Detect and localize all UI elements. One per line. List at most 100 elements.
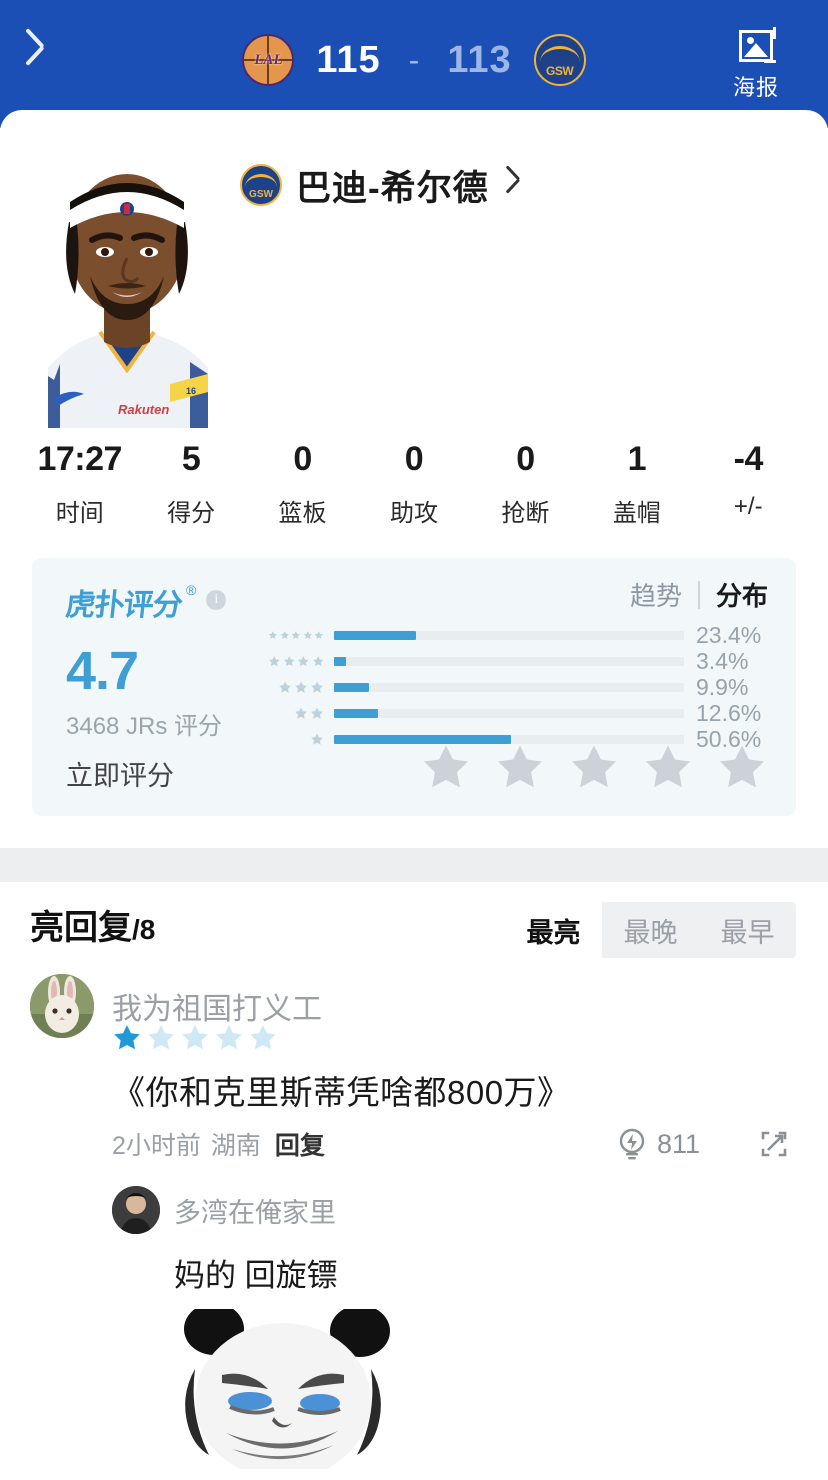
rabbit-avatar[interactable] — [30, 974, 94, 1038]
rate-star-3[interactable] — [568, 740, 620, 797]
comment-meta: 2小时前 湖南 回复 811 — [112, 1126, 812, 1162]
away-team-logo[interactable]: GSW — [533, 34, 586, 86]
comment-sort-tabs: 最亮 最晚 最早 — [505, 902, 796, 958]
distribution-bar — [334, 656, 346, 666]
app-header: LAL 115 - 113 GSW 海报 — [0, 0, 828, 128]
lightbulb-icon — [619, 1128, 645, 1160]
share-icon[interactable] — [758, 1128, 790, 1160]
svg-text:Rakuten: Rakuten — [118, 402, 169, 417]
comment-time: 2小时前 — [112, 1132, 201, 1160]
comments-heading-text: 亮回复 — [30, 909, 132, 947]
player-name: 巴迪-希尔德 — [296, 168, 489, 208]
reply-text: 妈的 回旋镖 — [174, 1258, 338, 1293]
player-team-badge: GSW — [240, 164, 282, 206]
distribution-bar — [334, 630, 416, 640]
distribution-row: 9.9% — [268, 673, 798, 700]
distribution-star-label — [268, 680, 324, 694]
comment-actions: 811 — [617, 1127, 812, 1161]
star-icon — [182, 1025, 208, 1050]
score-dash: - — [408, 41, 420, 78]
distribution-star-label — [268, 654, 324, 668]
comment-item: 我为祖国打义工 《你和克里斯蒂凭啥都800万》 2小时前 湖南 回复 811 多… — [0, 974, 828, 1469]
star-icon — [497, 745, 543, 788]
like-button[interactable]: 811 — [617, 1127, 700, 1161]
distribution-bar — [334, 708, 379, 718]
tab-most-liked[interactable]: 最亮 — [505, 902, 602, 958]
mini-star-icon — [283, 656, 295, 667]
panda-meme-image[interactable] — [174, 1309, 392, 1469]
mini-star-icon — [311, 707, 323, 719]
mini-star-icon — [268, 656, 280, 667]
stat-value: 5 — [181, 440, 201, 478]
home-score: 115 — [316, 38, 381, 81]
mini-star-icon — [315, 631, 324, 639]
mini-star-icon — [311, 681, 323, 693]
stat-points: 5 得分 — [135, 440, 246, 528]
stat-assists: 0 助攻 — [358, 440, 469, 528]
away-score: 113 — [447, 38, 512, 81]
mini-star-icon — [279, 681, 291, 693]
comment-rating-stars — [112, 1022, 278, 1052]
registered-mark: ® — [186, 582, 197, 598]
rating-voters: 3468 JRs 评分 — [66, 713, 223, 740]
distribution-row: 12.6% — [268, 699, 798, 726]
rating-card: 虎扑评分 ® i 4.7 3468 JRs 评分 趋势 分布 23.4% 3.4%… — [32, 558, 796, 816]
nested-reply: 多湾在俺家里 妈的 回旋镖 — [112, 1186, 812, 1469]
player-name-row[interactable]: GSW 巴迪-希尔德 — [240, 158, 521, 212]
hupu-rating-brand: 虎扑评分 — [63, 588, 184, 623]
rate-star-1[interactable] — [420, 740, 472, 797]
home-team-logo[interactable]: LAL — [242, 34, 295, 86]
distribution-track — [334, 630, 684, 640]
player-team-abbr: GSW — [249, 189, 273, 200]
stat-value: 0 — [404, 440, 424, 478]
rate-star-5[interactable] — [716, 740, 768, 797]
distribution-percent: 12.6% — [696, 699, 762, 726]
info-icon[interactable]: i — [206, 590, 227, 610]
star-icon — [148, 1025, 174, 1050]
scoreboard[interactable]: LAL 115 - 113 GSW — [0, 28, 828, 92]
stat-label: 助攻 — [389, 500, 438, 527]
tab-distribution[interactable]: 分布 — [716, 576, 768, 613]
tab-trend[interactable]: 趋势 — [630, 576, 682, 613]
mini-star-icon — [268, 631, 277, 639]
stat-label: +/- — [733, 493, 763, 520]
poster-button[interactable]: 海报 — [710, 18, 802, 110]
star-icon — [571, 745, 617, 788]
distribution-row: 23.4% — [268, 621, 798, 648]
poster-label: 海报 — [732, 75, 779, 100]
distribution-percent: 23.4% — [696, 621, 762, 648]
mini-star-icon — [291, 631, 301, 639]
stat-label: 盖帽 — [612, 500, 661, 527]
rate-star-2[interactable] — [494, 740, 546, 797]
comment-reply-button[interactable]: 回复 — [275, 1126, 325, 1162]
stat-plus-minus: -4 +/- — [693, 440, 804, 521]
star-icon — [114, 1025, 140, 1050]
tab-separator — [697, 580, 700, 609]
reply-username[interactable]: 多湾在俺家里 — [174, 1191, 336, 1230]
reply-header: 多湾在俺家里 — [112, 1186, 812, 1234]
person-avatar[interactable] — [112, 1186, 160, 1234]
home-team-abbr: LAL — [254, 51, 283, 68]
away-team-abbr: GSW — [546, 64, 574, 78]
mini-star-icon — [295, 681, 307, 693]
rate-star-picker[interactable] — [420, 740, 768, 797]
distribution-percent: 3.4% — [696, 647, 749, 674]
rate-star-4[interactable] — [642, 740, 694, 797]
star-icon — [216, 1025, 242, 1050]
stat-rebounds: 0 篮板 — [247, 440, 358, 528]
comments-section: 亮回复/8 最亮 最晚 最早 我为祖国打义工 《你和克里斯蒂凭啥都800万》 2… — [0, 882, 828, 1480]
stat-blocks: 1 盖帽 — [581, 440, 692, 528]
bridge-icon — [539, 46, 580, 62]
star-icon — [719, 745, 765, 788]
tab-earliest[interactable]: 最早 — [699, 902, 796, 958]
distribution-percent: 9.9% — [696, 673, 749, 700]
mini-star-icon — [280, 631, 289, 639]
star-icon — [423, 745, 469, 788]
stat-value: 0 — [293, 440, 312, 478]
distribution-track — [334, 656, 684, 666]
player-photo: 16 Rakuten — [30, 136, 225, 428]
tab-latest[interactable]: 最晚 — [602, 902, 699, 958]
player-card: 16 Rakuten GSW 巴迪-希尔德 17:27 时间 5 得分 0 篮板… — [0, 110, 828, 850]
distribution-track — [334, 708, 684, 718]
distribution-star-label — [268, 628, 324, 642]
